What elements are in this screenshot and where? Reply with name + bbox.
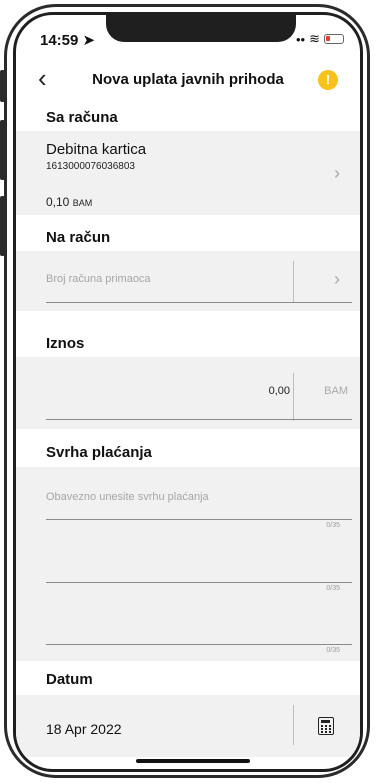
card-balance-amount: 0,10 (46, 195, 70, 209)
date-section: 18 Apr 2022 (16, 695, 360, 757)
purpose-title: Svrha plaćanja (46, 444, 152, 461)
to-account-input[interactable]: Broj računa primaoca (46, 273, 151, 285)
date-title: Datum (46, 671, 93, 688)
purpose-input-3[interactable] (46, 644, 352, 645)
chevron-right-icon: › (334, 163, 340, 183)
field-underline (46, 519, 352, 520)
home-indicator[interactable] (136, 759, 250, 763)
nav-bar: ‹ Nova uplata javnih prihoda ! (16, 61, 360, 101)
char-counter: 0/35 (326, 585, 340, 592)
phone-side-button (0, 196, 5, 256)
field-underline (46, 302, 352, 303)
to-account-section: Broj računa primaoca › (16, 251, 360, 311)
status-icons: •• ≋ (296, 31, 344, 47)
chevron-right-icon[interactable]: › (334, 269, 340, 290)
field-divider (293, 261, 294, 303)
purpose-input-1[interactable]: Obavezno unesite svrhu plaćanja (46, 491, 209, 503)
amount-input[interactable]: 0,00 (269, 385, 290, 397)
purpose-input-2[interactable] (46, 582, 352, 583)
char-counter: 0/35 (326, 522, 340, 529)
page-title: Nova uplata javnih prihoda (92, 71, 284, 88)
notch (106, 15, 296, 42)
field-divider (293, 705, 294, 745)
wifi-icon: ≋ (309, 31, 320, 46)
from-account-title: Sa računa (46, 109, 118, 126)
from-account-selector[interactable]: Debitna kartica 1613000076036803 0,10 BA… (16, 131, 360, 215)
date-value[interactable]: 18 Apr 2022 (46, 721, 122, 737)
phone-side-button (0, 70, 5, 102)
phone-side-button (0, 120, 5, 180)
app-screen: 14:59 ➤ •• ≋ ‹ Nova uplata javnih prihod… (16, 15, 360, 769)
purpose-section: Obavezno unesite svrhu plaćanja 0/35 0/3… (16, 467, 360, 661)
card-balance-currency: BAM (72, 198, 93, 208)
field-divider (293, 373, 294, 421)
amount-section: 0,00 BAM (16, 357, 360, 429)
field-underline (46, 419, 352, 420)
info-icon[interactable]: ! (318, 70, 338, 90)
battery-icon (324, 34, 344, 44)
status-time: 14:59 ➤ (40, 32, 96, 49)
card-number: 1613000076036803 (46, 161, 135, 172)
signal-icon: •• (295, 31, 306, 47)
amount-title: Iznos (46, 335, 85, 352)
phone-screen-frame: 14:59 ➤ •• ≋ ‹ Nova uplata javnih prihod… (13, 12, 363, 772)
to-account-title: Na račun (46, 229, 111, 246)
card-balance: 0,10 BAM (46, 195, 92, 209)
amount-currency: BAM (324, 385, 348, 397)
calculator-icon[interactable] (318, 717, 334, 735)
card-name: Debitna kartica (46, 141, 147, 158)
char-counter: 0/35 (326, 647, 340, 654)
